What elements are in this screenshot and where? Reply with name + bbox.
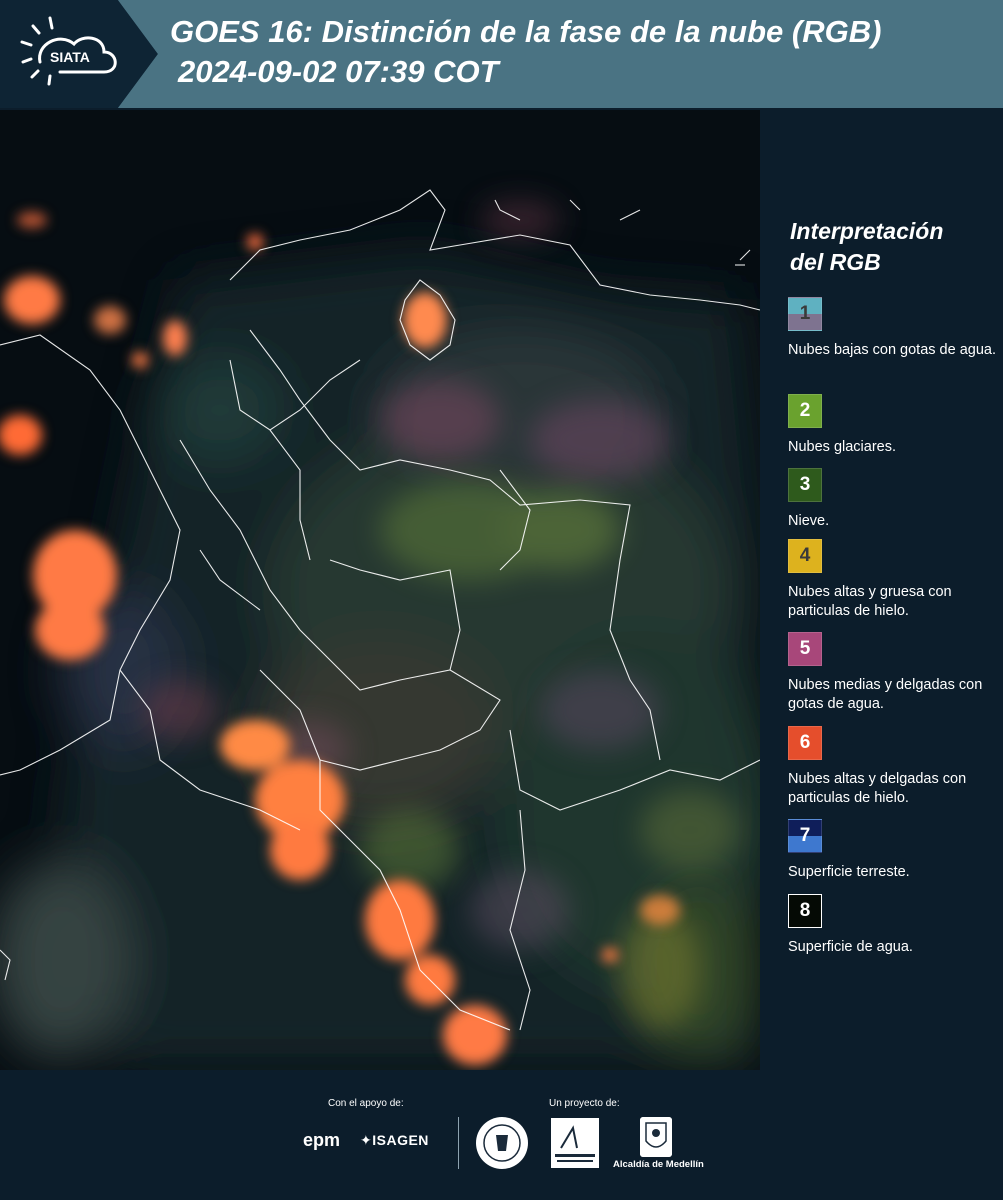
isagen-logo: ✦ISAGEN bbox=[360, 1132, 429, 1149]
legend-item-8: 8 Superficie de agua. bbox=[788, 894, 998, 957]
legend-swatch-7: 7 bbox=[788, 819, 822, 853]
legend-number-5: 5 bbox=[799, 638, 811, 659]
alcaldia-label: Alcaldía de Medellín bbox=[613, 1159, 704, 1170]
area-metropolitana-logo bbox=[551, 1118, 599, 1168]
satellite-map bbox=[0, 110, 760, 1070]
legend-item-4: 4 Nubes altas y gruesa con particulas de… bbox=[788, 539, 998, 621]
legend-number-2: 2 bbox=[799, 400, 811, 421]
legend-title-line1: Interpretación bbox=[790, 218, 944, 244]
legend-label-6: Nubes altas y delgadas con particulas de… bbox=[788, 771, 967, 806]
legend-label-5: Nubes medias y delgadas con gotas de agu… bbox=[788, 677, 983, 712]
alcaldia-shield-icon bbox=[640, 1117, 672, 1157]
isagen-icon: ✦ bbox=[360, 1132, 373, 1148]
legend-item-6: 6 Nubes altas y delgadas con particulas … bbox=[788, 726, 998, 808]
support-label: Con el apoyo de: bbox=[328, 1098, 404, 1109]
legend-swatch-3: 3 bbox=[788, 468, 822, 502]
legend-label-3: Nieve. bbox=[788, 513, 830, 529]
footer-divider bbox=[458, 1117, 459, 1169]
isagen-logo-text: ISAGEN bbox=[372, 1132, 429, 1148]
legend-number-7: 7 bbox=[799, 825, 811, 846]
epm-logo: epm bbox=[303, 1130, 341, 1150]
legend-number-3: 3 bbox=[799, 474, 811, 495]
legend-label-2: Nubes glaciares. bbox=[788, 439, 896, 455]
legend-item-1: 1 Nubes bajas con gotas de agua. bbox=[788, 297, 998, 360]
legend-label-4: Nubes altas y gruesa con particulas de h… bbox=[788, 584, 952, 619]
legend-number-4: 4 bbox=[799, 545, 811, 566]
project-label: Un proyecto de: bbox=[549, 1098, 620, 1109]
legend-swatch-8: 8 bbox=[788, 894, 822, 928]
footer: Con el apoyo de: Un proyecto de: epm ✦IS… bbox=[0, 1070, 1003, 1200]
legend-item-5: 5 Nubes medias y delgadas con gotas de a… bbox=[788, 632, 998, 714]
legend-label-8: Superficie de agua. bbox=[788, 939, 913, 955]
legend-swatch-6: 6 bbox=[788, 726, 822, 760]
legend-swatch-5: 5 bbox=[788, 632, 822, 666]
siata-logo-text: SIATA bbox=[50, 49, 90, 65]
page-title: GOES 16: Distinción de la fase de la nub… bbox=[170, 14, 882, 49]
timestamp: 2024-09-02 07:39 COT bbox=[178, 54, 499, 89]
legend-item-3: 3 Nieve. bbox=[788, 468, 998, 531]
legend-number-8: 8 bbox=[799, 900, 811, 921]
legend-swatch-2: 2 bbox=[788, 394, 822, 428]
legend-label-1: Nubes bajas con gotas de agua. bbox=[788, 342, 996, 358]
legend-item-2: 2 Nubes glaciares. bbox=[788, 394, 998, 457]
legend-title-line2: del RGB bbox=[790, 249, 881, 275]
legend-number-6: 6 bbox=[799, 732, 811, 753]
siata-logo: SIATA bbox=[0, 0, 160, 108]
legend-label-7: Superficie terreste. bbox=[788, 864, 910, 880]
legend-item-7: 7 Superficie terreste. bbox=[788, 819, 998, 882]
legend-panel: Interpretación del RGB 1 Nubes bajas con… bbox=[760, 110, 1003, 1070]
legend-title: Interpretación del RGB bbox=[790, 216, 943, 278]
legend-swatch-4: 4 bbox=[788, 539, 822, 573]
legend-number-1: 1 bbox=[799, 303, 811, 324]
legend-swatch-1: 1 bbox=[788, 297, 822, 331]
medellin-university-seal bbox=[476, 1117, 528, 1169]
header: SIATA GOES 16: Distinción de la fase de … bbox=[0, 0, 1003, 108]
